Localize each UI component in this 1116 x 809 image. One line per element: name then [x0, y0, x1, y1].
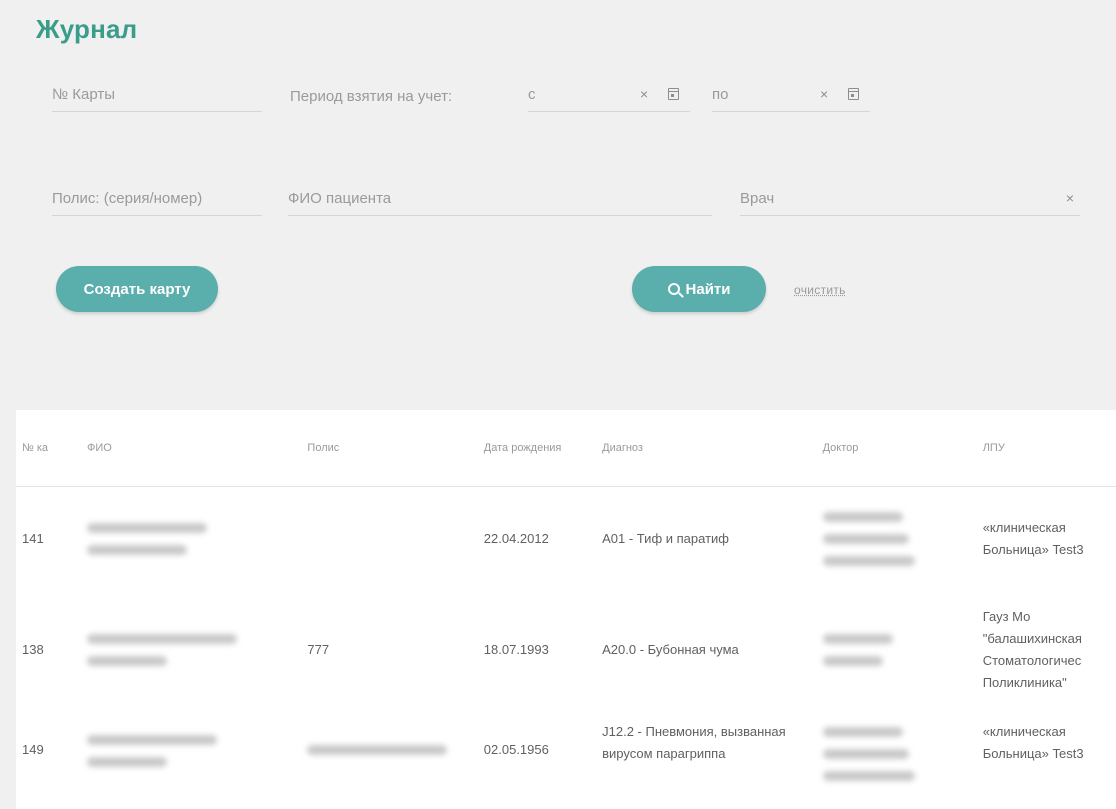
date-to-clear-icon[interactable]: ×: [820, 86, 828, 102]
cell-number: 149: [22, 742, 44, 757]
journal-table: № ка ФИО Полис Дата рождения Диагноз Док…: [16, 410, 1116, 809]
col-header-birth-date[interactable]: Дата рождения: [477, 410, 597, 487]
date-from-calendar-icon[interactable]: [668, 88, 679, 100]
cell-lpu: «клиническая Больница» Test3: [982, 724, 1084, 761]
cell-number: 141: [22, 530, 44, 546]
col-header-doctor[interactable]: Доктор: [816, 410, 977, 487]
cell-doctor-redacted: [817, 486, 977, 591]
patient-name-field[interactable]: [288, 180, 712, 216]
cell-name-redacted: [81, 591, 301, 709]
table-row[interactable]: 138 777 18.07.1993 A20.0 - Бубонная чума…: [16, 591, 1116, 709]
patient-name-input[interactable]: [288, 190, 712, 207]
col-header-lpu[interactable]: ЛПУ: [976, 410, 1116, 487]
cell-lpu: Гауз Мо "балашихинская Стоматологичес По…: [982, 609, 1082, 690]
date-to-calendar-icon[interactable]: [848, 88, 859, 100]
cell-lpu: «клиническая Больница» Test3: [982, 519, 1084, 557]
cell-diagnosis: A20.0 - Бубонная чума: [602, 642, 739, 657]
cell-diagnosis: J12.2 - Пневмония, вызванная вирусом пар…: [602, 724, 786, 761]
col-header-name[interactable]: ФИО: [80, 410, 302, 487]
cell-doctor-redacted: [817, 591, 977, 709]
cell-name-redacted: [81, 709, 301, 809]
period-label: Период взятия на учет:: [290, 88, 453, 105]
date-to-input[interactable]: [712, 86, 812, 103]
search-label: Найти: [685, 280, 731, 298]
cell-birth-date: 02.05.1956: [483, 742, 549, 757]
search-button[interactable]: Найти: [632, 266, 766, 312]
date-to-field[interactable]: ×: [712, 76, 870, 112]
page-title: Журнал: [36, 14, 138, 44]
doctor-input[interactable]: [740, 190, 1040, 207]
table-header-row: № ка ФИО Полис Дата рождения Диагноз Док…: [16, 410, 1116, 487]
date-from-field[interactable]: ×: [528, 76, 690, 112]
doctor-clear-icon[interactable]: ×: [1066, 190, 1074, 206]
cell-doctor-redacted: [817, 709, 977, 809]
date-from-clear-icon[interactable]: ×: [640, 86, 648, 102]
col-header-diagnosis[interactable]: Диагноз: [596, 410, 817, 487]
cell-birth-date: 18.07.1993: [483, 642, 549, 657]
cell-policy: [301, 486, 477, 591]
create-card-label: Создать карту: [83, 280, 191, 298]
cell-birth-date: 22.04.2012: [483, 530, 549, 546]
doctor-select[interactable]: ×: [740, 180, 1080, 216]
card-number-input[interactable]: [52, 86, 262, 103]
table-row[interactable]: 141 22.04.2012 A01 - Тиф и паратиф «клин…: [16, 486, 1116, 591]
clear-filters-link[interactable]: очистить: [794, 283, 846, 297]
date-from-input[interactable]: [528, 86, 628, 103]
cell-name-redacted: [81, 486, 301, 591]
card-number-field[interactable]: [52, 76, 262, 112]
search-icon: [667, 283, 680, 295]
cell-policy: 777: [307, 642, 330, 657]
cell-number: 138: [22, 642, 44, 657]
col-header-number[interactable]: № ка: [16, 410, 81, 487]
policy-field[interactable]: [52, 180, 262, 216]
cell-diagnosis: A01 - Тиф и паратиф: [602, 530, 729, 546]
create-card-button[interactable]: Создать карту: [56, 266, 218, 312]
cell-policy-redacted: [301, 709, 477, 809]
policy-input[interactable]: [52, 190, 262, 207]
table-row[interactable]: 149 02.05.1956 J12.2 - Пневмония, вызван…: [16, 709, 1116, 809]
col-header-policy[interactable]: Полис: [301, 410, 478, 487]
